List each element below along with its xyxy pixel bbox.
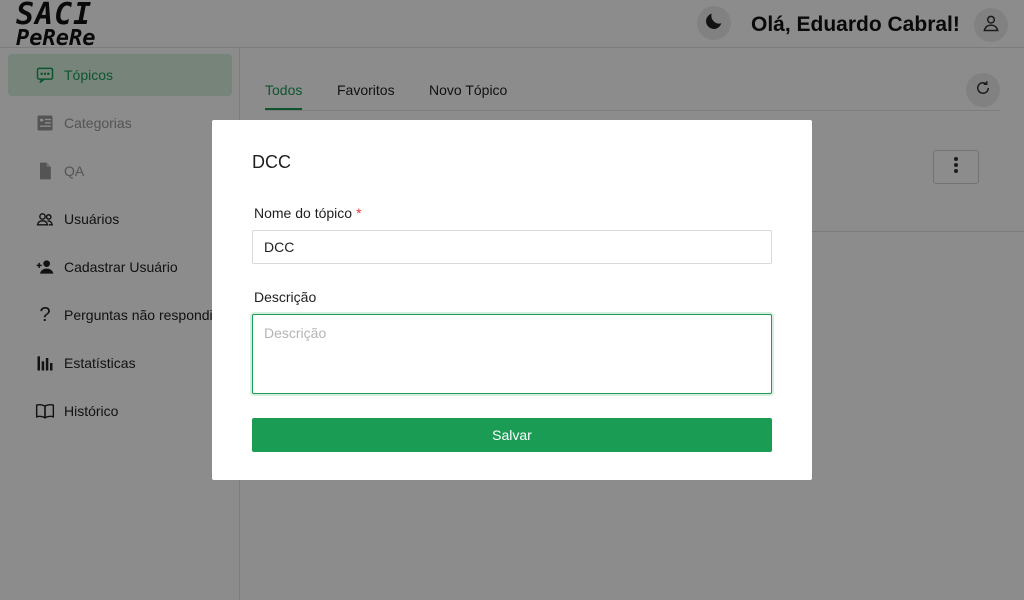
modal-title: DCC	[252, 152, 291, 172]
required-mark: *	[356, 205, 362, 221]
topic-name-input[interactable]: DCC	[252, 230, 772, 264]
description-label: Descrição	[254, 289, 317, 305]
topic-name-label: Nome do tópico *	[254, 205, 362, 221]
topic-name-label-text: Nome do tópico	[254, 205, 353, 221]
edit-topic-modal: DCC Nome do tópico* DCC Descrição Salvar	[212, 120, 812, 480]
description-textarea[interactable]	[252, 314, 772, 394]
save-button[interactable]: Salvar	[252, 418, 772, 452]
